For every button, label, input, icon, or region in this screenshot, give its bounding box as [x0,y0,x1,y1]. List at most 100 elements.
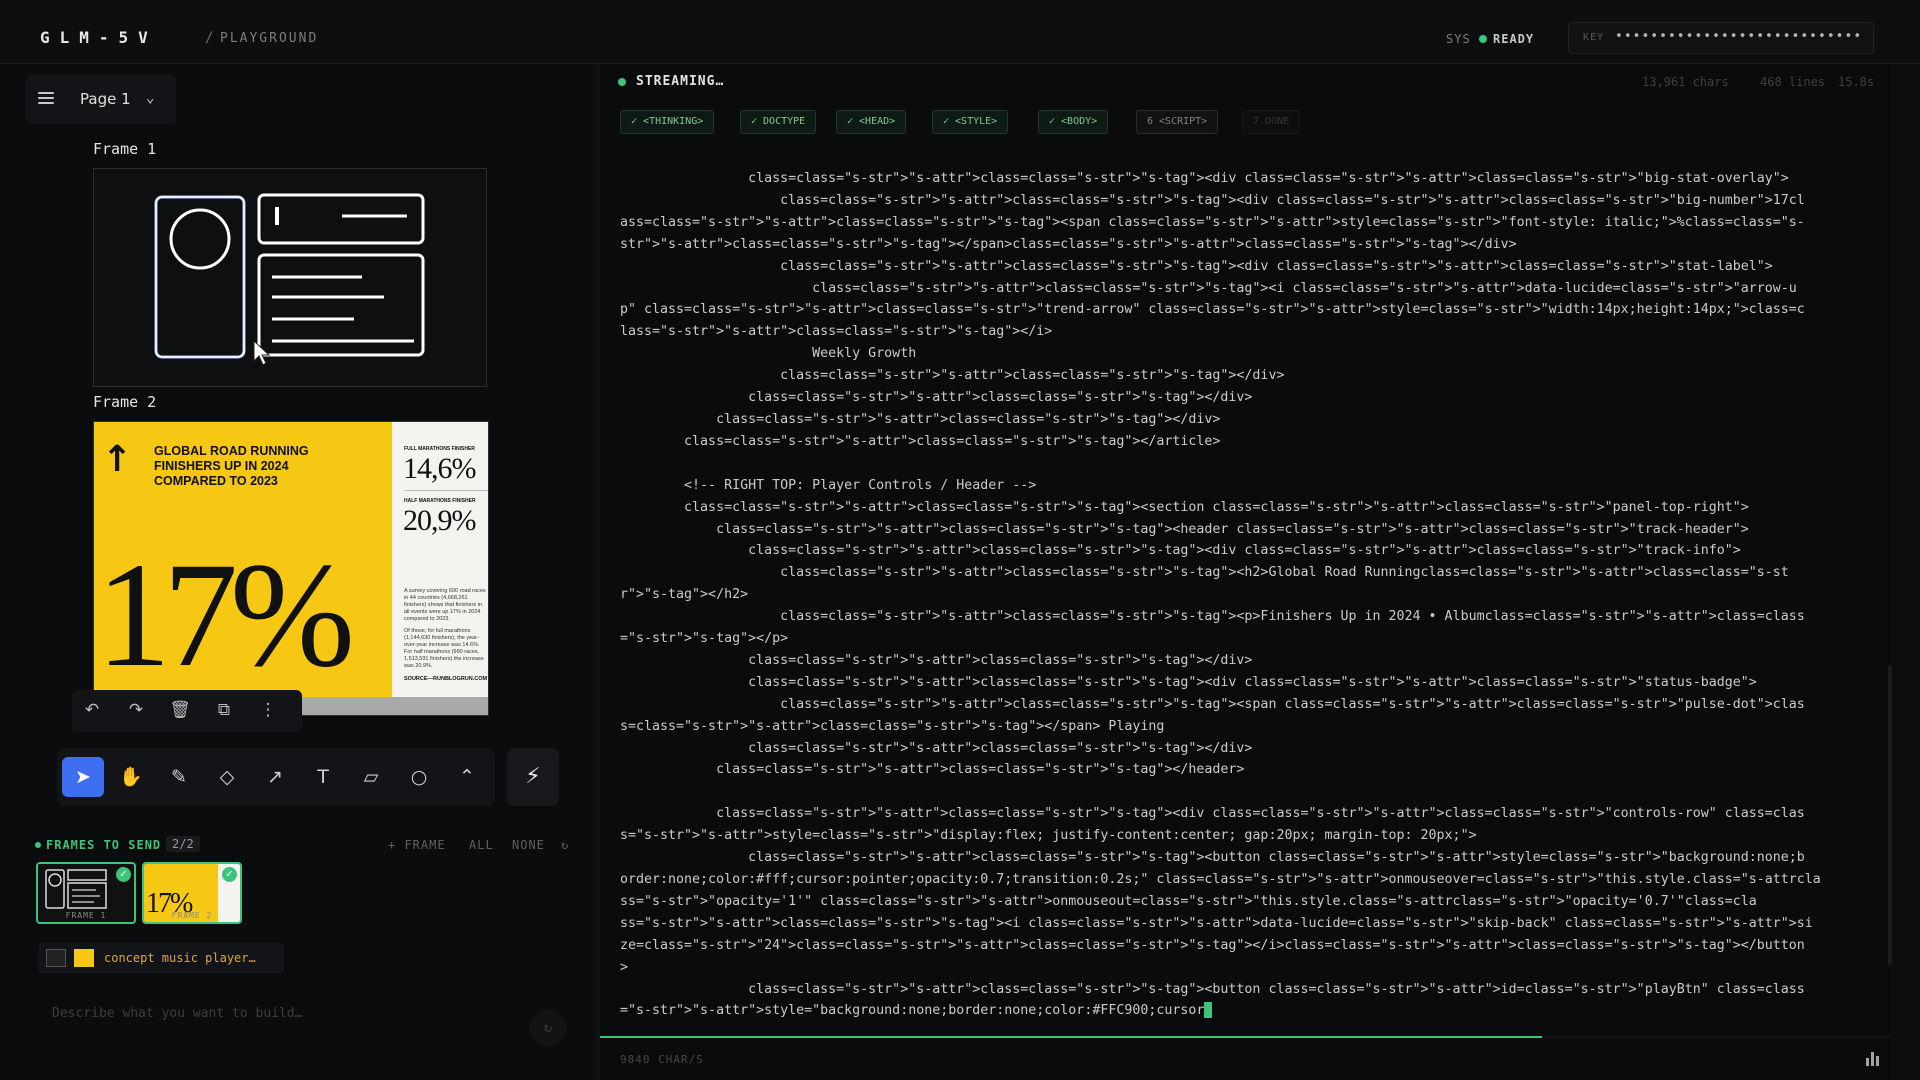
frame-1-wireframe[interactable] [93,168,487,387]
code-output: class=class="s-str">"s-attr">class=class… [620,168,1882,1022]
code-line: ze=class="s-str">"24">class=class="s-str… [620,937,1805,953]
select-all-button[interactable]: ALL [469,838,494,852]
brand-separator: / [205,30,214,46]
page-selector[interactable]: Page 1 ⌄ [26,74,176,124]
code-line: class=class="s-str">"s-attr">class=class… [620,696,1805,712]
code-line: <!-- RIGHT TOP: Player Controls / Header… [620,477,1037,493]
frame-1-title: Frame 1 [93,140,157,158]
select-tool-icon[interactable]: ➤ [62,757,104,797]
frames-dot-icon [35,842,41,848]
brand-logo: GLM-5V [40,28,158,47]
code-line: class=class="s-str">"s-attr">class=class… [620,433,1221,449]
note-tool-icon[interactable]: ▱ [350,757,392,797]
chip-thumb-2 [74,949,94,967]
section-title: PLAYGROUND [220,31,319,46]
prompt-chip[interactable]: concept music player… [38,943,284,973]
tag-head: ✓ <HEAD> [836,110,907,134]
ellipse-tool-icon[interactable]: ○ [398,757,440,797]
streaming-dot-icon [618,78,626,86]
frame-action-bar: ↶ ↷ 🗑 ⧉ ⋮ [72,690,302,732]
stream-progress-fill [600,1036,1542,1038]
select-none-button[interactable]: NONE [512,838,545,852]
code-line: class=class="s-str">"s-attr">class=class… [620,280,1797,296]
code-line: class=class="s-str">"s-attr">class=class… [620,981,1805,997]
code-line: class=class="s-str">"s-attr">class=class… [620,740,1253,756]
code-line: class=class="s-str">"s-attr">class=class… [620,521,1749,537]
bar-chart-icon[interactable] [1866,1050,1880,1066]
magic-generate-icon[interactable]: ⚡ [507,748,559,806]
tag-done: 7 DONE [1242,110,1301,134]
stream-header: STREAMING… 13,961 chars 468 lines 15.8s [600,64,1890,104]
undo-icon[interactable]: ↶ [80,700,104,720]
poster-body-2: Of those, for full marathons (1,144,630 … [404,628,484,669]
tag-body: ✓ <BODY> [1038,110,1109,134]
check-icon: ✓ [222,867,237,882]
duplicate-icon[interactable]: ⧉ [212,700,236,720]
poster-big-number: 17% [96,532,355,698]
send-button[interactable]: ↻ [530,1010,566,1046]
stream-progress [600,1036,1890,1038]
code-line: class=class="s-str">"s-attr">class=class… [620,192,1805,208]
api-key-label: KEY [1583,32,1605,43]
code-line: class=class="s-str">"s-attr">class=class… [620,368,1285,384]
tag-style: ✓ <STYLE> [932,110,1009,134]
drawing-toolbar: ➤ ✋ ✎ ◇ ↗ T ▱ ○ ⌃ [57,748,495,806]
status-text: READY [1493,32,1535,46]
stream-rate: 9840 CHAR/S [620,1053,704,1066]
menu-icon[interactable] [38,92,54,104]
sys-label: SYS [1446,32,1471,46]
eraser-tool-icon[interactable]: ◇ [206,757,248,797]
api-key-value: •••••••••••••••••••••••••••• [1615,29,1863,44]
chevron-down-icon[interactable]: ⌄ [146,90,154,106]
code-line: str">"s-attr">class=class="s-str">"s-tag… [620,236,1517,252]
frames-count-badge: 2/2 [166,836,200,852]
line-count: 468 lines [1760,75,1826,89]
prompt-placeholder: Describe what you want to build… [52,1006,303,1021]
code-line: lass="s-str">"s-attr">class=class="s-str… [620,324,1053,340]
char-count: 13,961 chars [1642,75,1729,89]
arrow-tool-icon[interactable]: ↗ [254,757,296,797]
poster-image: ↑ GLOBAL ROAD RUNNING FINISHERS UP IN 20… [94,422,488,715]
hand-tool-icon[interactable]: ✋ [110,757,152,797]
code-line: class=class="s-str">"s-attr">class=class… [620,499,1749,515]
pencil-tool-icon[interactable]: ✎ [158,757,200,797]
poster-headline: GLOBAL ROAD RUNNING FINISHERS UP IN 2024… [154,444,309,488]
prompt-input[interactable]: Describe what you want to build… [38,996,528,1052]
code-line: class=class="s-str">"s-attr">class=class… [620,411,1221,427]
code-line: class=class="s-str">"s-attr">class=class… [620,850,1805,866]
code-line: class=class="s-str">"s-attr">class=class… [620,171,1789,186]
poster-stat2-value: 20,9% [403,504,476,537]
api-key-field[interactable]: KEY •••••••••••••••••••••••••••• [1568,22,1874,54]
trash-icon[interactable]: 🗑 [168,700,192,720]
thumb-label: FRAME 1 [65,911,107,920]
refresh-icon[interactable]: ↻ [561,838,568,852]
page-label: Page 1 [80,90,131,108]
code-line: ss="s-str">"s-attr">class=class="s-str">… [620,915,1813,931]
code-line: class=class="s-str">"s-attr">class=class… [620,565,1789,581]
frame-2-thumbnail[interactable]: 17% ✓ FRAME 2 [142,862,242,924]
streaming-status: STREAMING… [636,74,725,89]
redo-icon[interactable]: ↷ [124,700,148,720]
code-line: class=class="s-str">"s-attr">class=class… [620,390,1253,406]
code-line: ="s-str">"s-attr">style="background:none… [620,1000,1882,1022]
code-scrollbar[interactable] [1888,665,1892,965]
add-frame-button[interactable]: + FRAME [388,838,446,852]
poster-stat1-value: 14,6% [403,452,476,485]
tag-thinking: ✓ <THINKING> [620,110,715,134]
text-tool-icon[interactable]: T [302,757,344,797]
code-line: r">"s-tag"></h2> [620,587,749,603]
thumb-label: FRAME 2 [171,911,213,920]
elapsed-time: 15.8s [1838,75,1875,89]
code-line: s=class="s-str">"s-attr">class=class="s-… [620,718,1165,734]
code-line: order:none;color:#fff;cursor:pointer;opa… [620,872,1821,887]
code-line: Weekly Growth [620,346,917,362]
frame-2-poster[interactable]: ↑ GLOBAL ROAD RUNNING FINISHERS UP IN 20… [93,421,489,716]
more-vertical-icon[interactable]: ⋮ [256,700,280,720]
check-icon: ✓ [116,867,131,882]
tag-script: 6 <SCRIPT> [1136,110,1219,134]
chevron-up-icon[interactable]: ⌃ [446,757,488,797]
wireframe-sketch [154,193,425,366]
code-line: p" class=class="s-str">"s-attr">class=cl… [620,302,1805,318]
frame-1-thumbnail[interactable]: ✓ FRAME 1 [36,862,136,924]
